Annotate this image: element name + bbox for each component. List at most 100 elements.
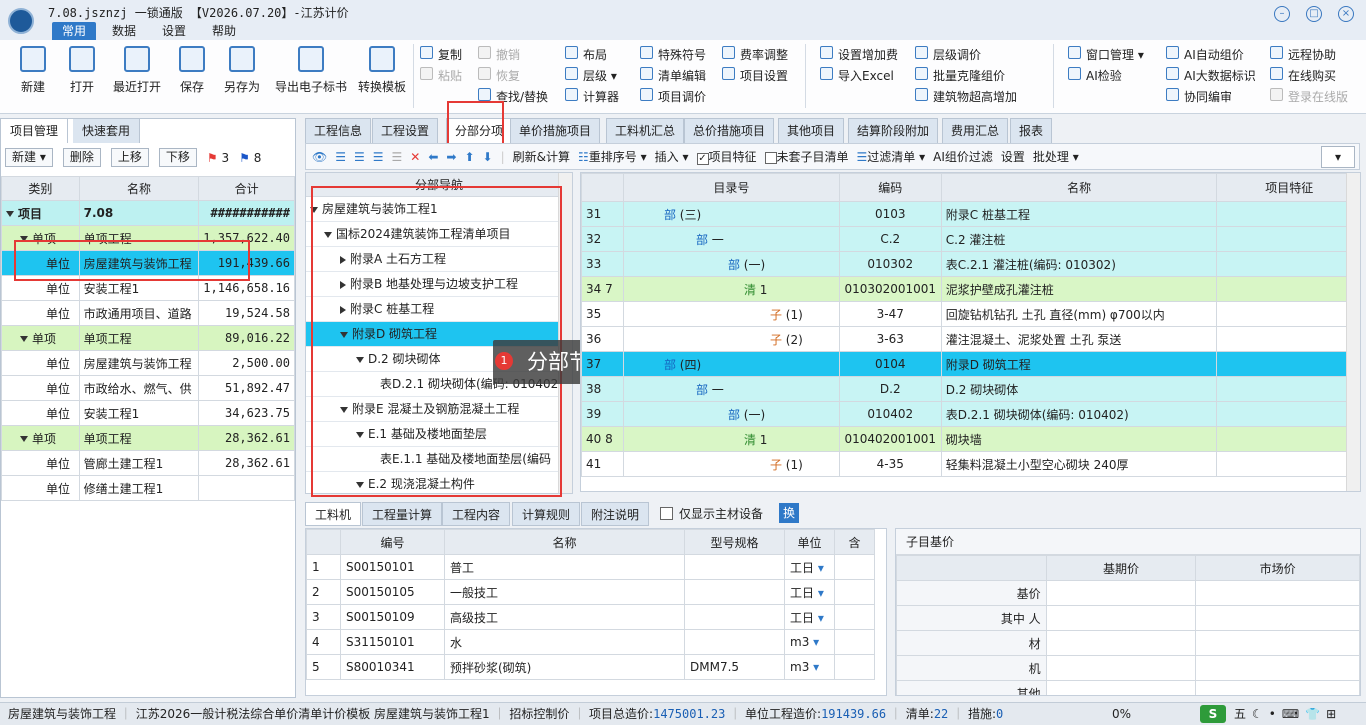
table-row[interactable]: 单位 安装工程1 34,623.75 <box>1 400 295 426</box>
delete-button[interactable]: 删除 <box>62 148 101 167</box>
grid-scrollbar[interactable] <box>1346 173 1360 491</box>
rate-adjust-button[interactable]: 费率调整 <box>722 46 788 66</box>
col-code[interactable]: 编码 <box>838 173 942 202</box>
settings-button[interactable]: 设置 <box>1001 148 1025 165</box>
menu-tab-settings[interactable]: 设置 <box>152 22 196 40</box>
tab-labor-material[interactable]: 工料机 <box>305 502 362 526</box>
table-row[interactable]: 36 子 (2) 3-63 灌注混凝土、泥浆处置 土孔 泵送 <box>581 326 1360 352</box>
level-button[interactable]: 层级 ▾ <box>565 67 617 87</box>
table-row[interactable]: 32 部 一 C.2 C.2 灌注桩 <box>581 226 1360 252</box>
col-spec[interactable]: 型号规格 <box>684 529 785 555</box>
tab-project-settings[interactable]: 工程设置 <box>372 118 439 143</box>
table-row[interactable]: 2 S00150105 一般技工 工日 ▾ <box>306 579 875 605</box>
insert-button[interactable]: 插入 ▾ <box>655 148 689 165</box>
new-node-button[interactable]: 新建 ▾ <box>5 148 53 167</box>
table-row[interactable]: 33 部 (一) 010302 表C.2.1 灌注桩(编码: 010302) <box>581 251 1360 277</box>
table-row-selected[interactable]: 37 部 (四) 0104 附录D 砌筑工程 <box>581 351 1360 377</box>
menu-tab-common[interactable]: 常用 <box>52 22 97 40</box>
collab-review-button[interactable]: 协同编审 <box>1166 88 1232 108</box>
align-center-icon[interactable]: ☰ <box>354 150 365 164</box>
col-name[interactable]: 名称 <box>444 529 685 555</box>
align-right-icon[interactable]: ☰ <box>373 150 384 164</box>
col-unit[interactable]: 单位 <box>784 529 835 555</box>
arrow-down-icon[interactable]: ⬇ <box>483 150 493 164</box>
paste-button[interactable]: 粘贴 <box>420 67 462 87</box>
col-type[interactable]: 类别 <box>1 176 80 201</box>
calculator-button[interactable]: 计算器 <box>565 88 619 108</box>
col-content[interactable]: 含 <box>834 529 875 555</box>
col-market-price[interactable]: 市场价 <box>1195 555 1360 581</box>
panel-dropdown-button[interactable]: ▾ <box>1321 145 1355 168</box>
col-feature[interactable]: 项目特征 <box>1216 173 1360 202</box>
col-name[interactable]: 名称 <box>78 176 200 201</box>
tab-project-manage[interactable]: 项目管理 <box>1 119 69 143</box>
table-row[interactable]: 其中 人 <box>896 605 1360 631</box>
col-code[interactable]: 编号 <box>340 529 445 555</box>
tab-calc-rules[interactable]: 计算规则 <box>512 502 581 526</box>
tab-labor-material-summary[interactable]: 工料机汇总 <box>606 118 685 143</box>
minimize-icon[interactable]: – <box>1274 6 1290 22</box>
table-row[interactable]: 41 子 (1) 4-35 轻集料混凝土小型空心砌块 240厚 <box>581 451 1360 477</box>
tab-total-measures[interactable]: 总价措施项目 <box>684 118 775 143</box>
undo-button[interactable]: 撤销 <box>478 46 520 66</box>
table-row[interactable]: 单位 市政给水、燃气、供 51,892.47 <box>1 375 295 401</box>
col-total[interactable]: 合计 <box>198 176 295 201</box>
special-symbol-button[interactable]: 特殊符号 <box>640 46 706 66</box>
online-buy-button[interactable]: 在线购买 <box>1270 67 1336 87</box>
table-row[interactable]: 单位 管廊土建工程1 28,362.61 <box>1 450 295 476</box>
tab-quick-apply[interactable]: 快速套用 <box>73 119 141 143</box>
arrow-up-icon[interactable]: ⬆ <box>464 150 474 164</box>
convert-template-button[interactable]: 转换模板 <box>352 46 412 95</box>
table-row[interactable]: 单项 单项工程 89,016.22 <box>1 325 295 351</box>
filter-list-button[interactable]: ☰过滤清单 ▾ <box>857 148 926 165</box>
restore-icon[interactable]: □ <box>1306 6 1322 22</box>
refresh-calc-button[interactable]: 刷新&计算 <box>513 148 570 165</box>
ai-check-button[interactable]: AI检验 <box>1068 67 1122 87</box>
import-excel-button[interactable]: 导入Excel <box>820 67 894 87</box>
arrow-right-icon[interactable]: ➡ <box>446 150 456 164</box>
table-row[interactable]: 31 部 (三) 0103 附录C 桩基工程 <box>581 201 1360 227</box>
table-row[interactable]: 单位 市政通用项目、道路 19,524.58 <box>1 300 295 326</box>
tab-reports[interactable]: 报表 <box>1010 118 1053 143</box>
input-method-icon[interactable]: S <box>1200 705 1226 723</box>
open-button[interactable]: 打开 <box>52 46 112 95</box>
tab-cost-summary[interactable]: 费用汇总 <box>942 118 1009 143</box>
format-icon[interactable]: ☰ <box>392 150 403 164</box>
move-down-button[interactable]: 下移 <box>158 148 197 167</box>
tab-other-items[interactable]: 其他项目 <box>778 118 845 143</box>
table-row[interactable]: 39 部 (一) 010402 表D.2.1 砌块砌体(编码: 010402) <box>581 401 1360 427</box>
item-feature-toggle[interactable]: ✓ 项目特征 <box>696 148 757 165</box>
tab-settlement[interactable]: 结算阶段附加 <box>848 118 939 143</box>
table-row[interactable]: 34 7清 1 010302001001 泥浆护壁成孔灌注桩 <box>581 276 1360 302</box>
menu-tab-help[interactable]: 帮助 <box>202 22 246 40</box>
layout-button[interactable]: 布局 <box>565 46 607 66</box>
table-row[interactable]: 其他 <box>896 680 1360 695</box>
delete-icon[interactable]: ✕ <box>410 150 420 164</box>
table-row[interactable]: 4 S31150101 水 m3 ▾ <box>306 629 875 655</box>
export-bid-button[interactable]: 导出电子标书 <box>272 46 350 95</box>
table-row[interactable]: 机 <box>896 655 1360 681</box>
move-up-button[interactable]: 上移 <box>110 148 149 167</box>
tab-quantity-calc[interactable]: 工程量计算 <box>362 502 443 526</box>
window-manage-button[interactable]: 窗口管理 ▾ <box>1068 46 1144 66</box>
remote-assist-button[interactable]: 远程协助 <box>1270 46 1336 66</box>
table-row[interactable]: 3 S00150109 高级技工 工日 ▾ <box>306 604 875 630</box>
table-row[interactable]: 1 S00150101 普工 工日 ▾ <box>306 554 875 580</box>
ai-auto-price-button[interactable]: AI自动组价 <box>1166 46 1244 66</box>
swap-button[interactable]: 换 <box>779 503 799 523</box>
tab-work-content[interactable]: 工程内容 <box>442 502 511 526</box>
set-surcharge-button[interactable]: 设置增加费 <box>820 46 898 66</box>
col-dir-no[interactable]: 目录号 <box>622 173 840 202</box>
table-row[interactable]: 单项 单项工程 28,362.61 <box>1 425 295 451</box>
ai-filter-button[interactable]: AI组价过滤 <box>933 148 993 165</box>
table-row[interactable]: 单位 修缮土建工程1 <box>1 475 295 501</box>
table-row[interactable]: 40 8清 1 010402001001 砌块墙 <box>581 426 1360 452</box>
tab-notes[interactable]: 附注说明 <box>581 502 650 526</box>
eye-icon[interactable]: 👁 <box>312 150 327 164</box>
save-as-button[interactable]: 另存为 <box>212 46 272 95</box>
tab-sub-item-price[interactable]: 子目基价 <box>896 529 1360 555</box>
list-edit-button[interactable]: 清单编辑 <box>640 67 706 87</box>
align-left-icon[interactable]: ☰ <box>335 150 346 164</box>
table-row[interactable]: 5 S80010341 预拌砂浆(砌筑) DMM7.5 m3 ▾ <box>306 654 875 680</box>
ime-toolbar-icons[interactable]: 五☾•⌨👕⊞ <box>1234 703 1342 725</box>
